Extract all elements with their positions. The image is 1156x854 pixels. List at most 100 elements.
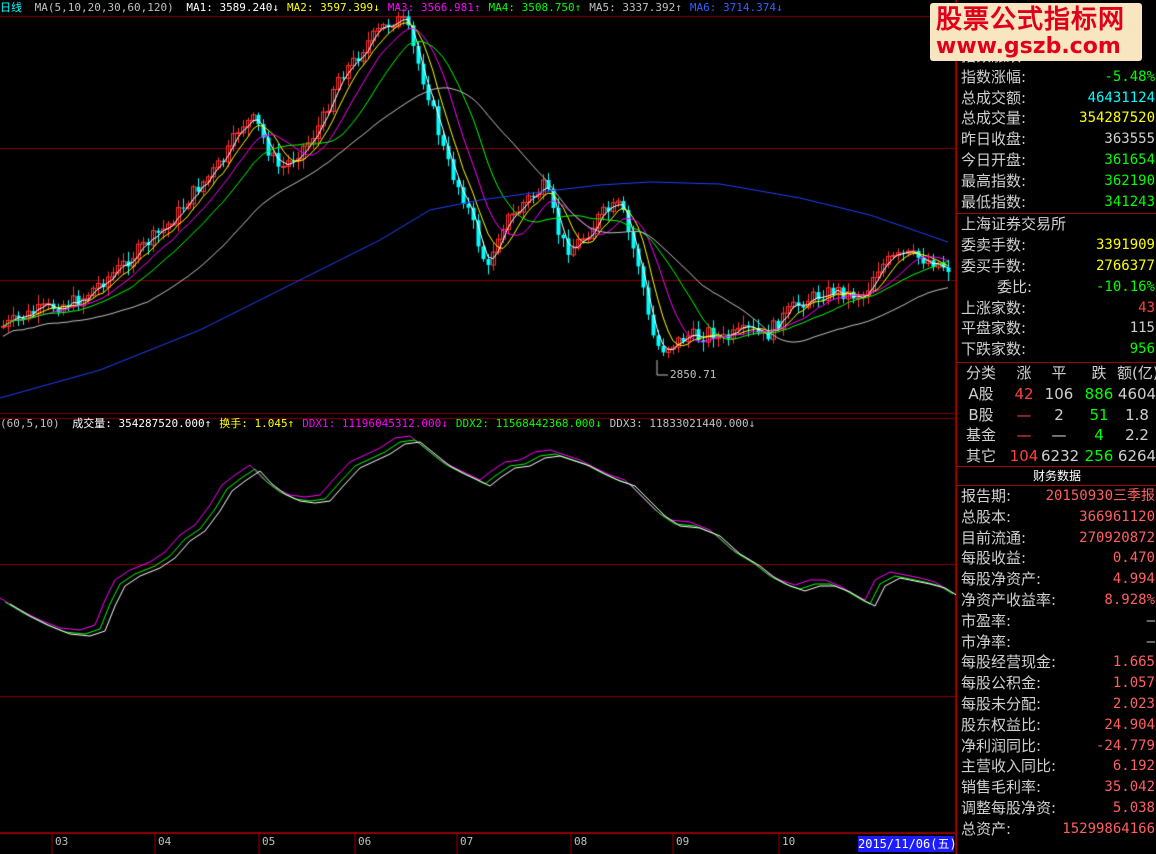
breadth-cell: — [1051, 426, 1067, 445]
date-tick: 06 [358, 835, 372, 848]
breadth-cell: 2.2 [1125, 426, 1149, 445]
exchange-label: 下跌家数: [961, 340, 1027, 359]
breadth-row: 其它 104 6232 256 6264 [959, 446, 1156, 467]
quote-value: -5.48% [1104, 68, 1155, 85]
ma-value-5: MA5: 3337.392↑ [589, 1, 682, 14]
exchange-label: 委比: [997, 277, 1033, 296]
breadth-cell: 6232 [1041, 447, 1080, 466]
fin-value: 4.994 [1112, 571, 1155, 588]
breadth-cell: 4 [1094, 426, 1104, 445]
breadth-cell: A股 [968, 384, 994, 403]
period-label[interactable]: 日线 [0, 1, 22, 14]
fin-row: 总股本: 366961120 [959, 507, 1155, 528]
quote-panel: 指数涨跌指数涨幅:-5.48%总成交额:46431124总成交量:3542875… [956, 0, 1156, 854]
fin-row: 主营收入同比: 6.192 [959, 756, 1155, 777]
exchange-value: 3391909 [1095, 237, 1155, 254]
ma-value-6: MA6: 3714.374↓ [689, 1, 783, 14]
fin-value: 6.192 [1112, 758, 1155, 775]
breadth-cell: 6264 [1117, 447, 1156, 466]
exchange-label: 委买手数: [961, 257, 1027, 275]
fin-value: 366961120 [1079, 508, 1155, 525]
quote-row: 最高指数: 362190 [959, 171, 1155, 192]
exchange-value: 956 [1129, 341, 1155, 358]
quote-row: 昨日收盘: 363555 [959, 129, 1155, 150]
indicator-value-2: 换手: 1.045↑ [219, 417, 295, 430]
indicator-value-4: DDX2: 11568442368.000↓ [455, 417, 602, 430]
exchange-row: 委比: -10.16% [959, 277, 1155, 298]
exchange-value: -10.16% [1095, 278, 1155, 295]
fin-row: 报告期: 20150930三季报 [959, 486, 1155, 507]
breadth-cell: 1.8 [1125, 405, 1149, 424]
fin-label: 市净率: [961, 632, 1012, 651]
fin-label: 总股本: [961, 507, 1012, 526]
indicator-params: (60,5,10) [0, 417, 60, 430]
fin-label: 股东权益比: [961, 715, 1042, 734]
fin-label: 每股经营现金: [961, 653, 1057, 672]
quote-row: 最低指数: 341243 [959, 192, 1155, 213]
exchange-row: 上涨家数: 43 [959, 298, 1155, 319]
quote-row: 今日开盘: 361654 [959, 150, 1155, 171]
breadth-row: B股 — 2 51 1.8 [959, 405, 1155, 426]
ma-value-1: MA1: 3589.240↓ [186, 1, 280, 14]
fin-label: 每股收益: [961, 549, 1027, 568]
quote-value: 46431124 [1087, 89, 1155, 106]
ma-params: MA(5,10,20,30,60,120) [34, 1, 174, 14]
date-tick: 04 [158, 835, 172, 848]
fin-value: 8.928% [1104, 592, 1155, 608]
fin-row: 总资产: 15299864166 [959, 819, 1155, 840]
quote-label: 昨日收盘: [961, 130, 1027, 149]
breadth-cell: — [1016, 405, 1032, 424]
fin-row: 每股未分配: 2.023 [959, 694, 1155, 715]
exchange-title: 上海证券交易所 [959, 214, 1155, 235]
exchange-value: 43 [1138, 299, 1155, 316]
fin-label: 报告期: [961, 487, 1012, 505]
breadth-col-header: 涨 [1016, 364, 1032, 382]
ma-value-2: MA2: 3597.399↓ [287, 1, 380, 14]
date-tick: 10 [782, 835, 796, 848]
fin-row: 市净率: — [959, 632, 1155, 653]
indicator-value-1: 成交量: 354287520.000↑ [72, 417, 212, 430]
fin-value: 15299864166 [1062, 820, 1155, 837]
breadth-cell: B股 [968, 405, 994, 424]
breadth-cell: 4604 [1117, 384, 1156, 403]
quote-value: 354287520 [1079, 110, 1155, 127]
fin-value: 0.470 [1112, 550, 1155, 567]
fin-label: 目前流通: [961, 528, 1027, 547]
date-tick: 08 [574, 835, 588, 848]
fin-value: 24.904 [1104, 716, 1155, 733]
exchange-label: 上涨家数: [961, 298, 1027, 317]
ma-legend: 日线 MA(5,10,20,30,60,120) MA1: 3589.240↓ M… [0, 0, 956, 16]
quote-label: 最高指数: [961, 171, 1027, 190]
breadth-cell: 51 [1089, 405, 1109, 424]
watermark-title: 股票公式指标网 [936, 5, 1126, 35]
fin-label: 每股未分配: [961, 695, 1042, 713]
fin-value: 1.057 [1112, 675, 1155, 692]
fin-value: — [1146, 612, 1155, 629]
quote-value: 361654 [1104, 152, 1155, 168]
exchange-value: 115 [1129, 320, 1155, 337]
fin-row: 每股经营现金: 1.665 [959, 652, 1155, 673]
low-price-label: 2850.71 [670, 368, 717, 381]
fin-row: 市盈率: — [959, 611, 1155, 632]
breadth-header: 分类 涨 平 跌额(亿) [959, 363, 1156, 384]
fin-row: 销售毛利率: 35.042 [959, 777, 1155, 798]
fin-row: 净资产收益率: 8.928% [959, 590, 1155, 611]
quote-label: 总成交额: [961, 88, 1027, 107]
date-tick: 09 [676, 835, 690, 848]
breadth-cell: 基金 [965, 426, 996, 445]
financial-data-title[interactable]: 财务数据 [957, 466, 1156, 486]
fin-label: 每股净资产: [961, 570, 1042, 589]
fin-row: 股东权益比: 24.904 [959, 715, 1155, 736]
fin-label: 主营收入同比: [961, 757, 1057, 776]
quote-label: 总成交量: [961, 109, 1027, 128]
fin-value: 20150930三季报 [1045, 488, 1155, 504]
fin-value: — [1146, 633, 1155, 650]
breadth-cell: 106 [1044, 384, 1074, 403]
breadth-cell: — [1016, 426, 1032, 445]
watermark-url: www.gszb.com [936, 34, 1121, 59]
fin-value: -24.779 [1095, 737, 1155, 754]
indicator-legend: (60,5,10) 成交量: 354287520.000↑ 换手: 1.045↑ D… [0, 416, 956, 432]
fin-value: 2.023 [1112, 696, 1155, 712]
breadth-cell: 104 [1009, 447, 1039, 466]
fin-row: 每股公积金: 1.057 [959, 673, 1155, 694]
